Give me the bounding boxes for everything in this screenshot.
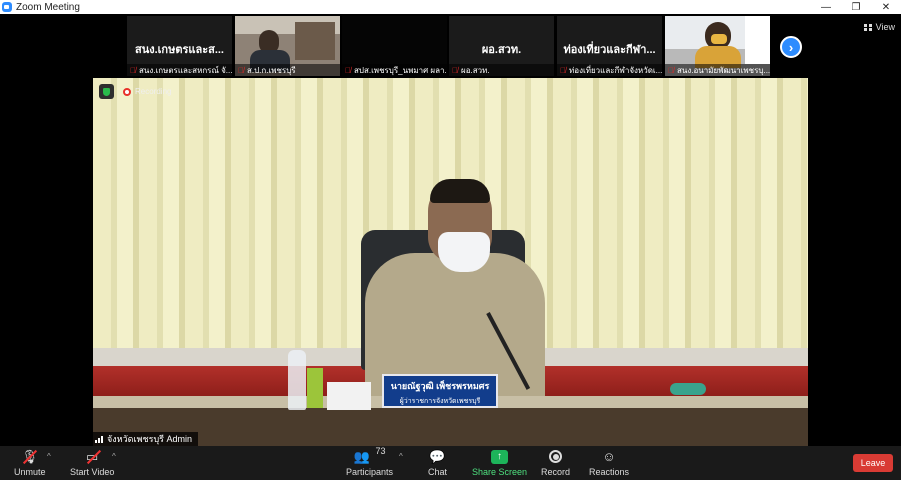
participant-name: ส.ป.ก.เพชรบุรี xyxy=(247,65,296,75)
participant-caption: 🎙̸ ผอ.สวท. xyxy=(449,64,554,76)
participant-name: สนง.อนามัยพัฒนาเพชรบุ... xyxy=(677,65,770,75)
participant-name: สปส.เพชรบุรี_นพมาศ ผลา... xyxy=(354,65,447,75)
speaker-name: จังหวัดเพชรบุรี Admin xyxy=(107,434,193,444)
recording-icon xyxy=(123,87,131,96)
video-options-chevron-icon[interactable]: ^ xyxy=(112,452,116,461)
signal-bars-icon xyxy=(95,435,104,443)
mic-muted-icon: 🎙̸ xyxy=(560,65,566,75)
participant-tile[interactable]: 🎙̸ ส.ป.ก.เพชรบุรี xyxy=(235,16,340,76)
next-page-button[interactable]: › xyxy=(780,36,802,58)
desk-device xyxy=(670,383,706,395)
participant-strip: สนง.เกษตรและส... 🎙̸ สนง.เกษตรและสหกรณ์ จั… xyxy=(0,14,901,77)
chat-label: Chat xyxy=(428,467,448,477)
active-speaker-video: นายณัฐวุฒิ เพ็ชรพรหมศร ผู้ว่าราชการจังหว… xyxy=(93,78,808,446)
participants-label: Participants xyxy=(346,467,394,477)
nameplate-title: ผู้ว่าราชการจังหวัดเพชรบุรี xyxy=(399,398,481,405)
participant-caption: 🎙̸ สปส.เพชรบุรี_นพมาศ ผลา... xyxy=(342,64,447,76)
record-button[interactable]: Record xyxy=(541,448,570,478)
title-bar: Zoom Meeting — ❐ ✕ xyxy=(0,0,901,14)
zoom-app-icon xyxy=(2,2,12,12)
grid-view-icon xyxy=(863,23,872,31)
view-label: View xyxy=(875,22,895,32)
record-label: Record xyxy=(541,467,571,477)
meeting-toolbar: 🎙 Unmute ^ ▭ Start Video ^ 👥 73 Participa… xyxy=(0,446,901,480)
record-icon xyxy=(549,450,562,463)
recording-indicator[interactable]: Recording xyxy=(123,87,171,96)
participant-tile[interactable]: 🎙̸ สนง.อนามัยพัฒนาเพชรบุ... xyxy=(665,16,770,76)
mic-muted-icon: 🎙̸ xyxy=(345,65,351,75)
tissue-box xyxy=(327,382,371,410)
chat-icon: 💬 xyxy=(429,448,446,464)
chat-button[interactable]: 💬 Chat xyxy=(428,448,447,478)
participant-tile[interactable]: สนง.เกษตรและส... 🎙̸ สนง.เกษตรและสหกรณ์ จั… xyxy=(127,16,232,76)
reactions-button[interactable]: ☺ Reactions xyxy=(589,448,629,478)
participant-name: ผอ.สวท. xyxy=(461,65,490,75)
participant-video-wall xyxy=(745,16,770,64)
mic-muted-icon: 🎙̸ xyxy=(130,65,136,75)
participant-video-mask xyxy=(711,34,727,44)
participant-video-shelf xyxy=(295,22,335,60)
leave-button[interactable]: Leave xyxy=(853,454,893,472)
unmute-label: Unmute xyxy=(14,467,46,477)
start-video-label: Start Video xyxy=(70,467,115,477)
participant-caption: 🎙̸ สนง.อนามัยพัฒนาเพชรบุ... xyxy=(665,64,770,76)
nameplate-name: นายณัฐวุฒิ เพ็ชรพรหมศร xyxy=(390,381,490,391)
minimize-button[interactable]: — xyxy=(811,0,841,14)
share-screen-button[interactable]: ↑ Share Screen xyxy=(472,448,527,478)
water-bottle xyxy=(288,350,306,410)
participants-count: 73 xyxy=(375,446,386,456)
speaker-mask xyxy=(438,232,490,272)
reactions-icon: ☺ xyxy=(602,449,616,464)
participant-big-name: ท่องเที่ยวและกีฬา... xyxy=(563,44,656,56)
participant-big-name: ผอ.สวท. xyxy=(481,44,522,56)
participants-button[interactable]: 👥 73 Participants xyxy=(346,446,394,478)
participants-icon: 👥 xyxy=(353,448,370,464)
participant-big-name: สนง.เกษตรและส... xyxy=(134,44,224,56)
share-screen-icon: ↑ xyxy=(491,449,509,464)
speaker-hair xyxy=(430,179,490,203)
mic-muted-icon: 🎙̸ xyxy=(452,65,458,75)
window-controls: — ❐ ✕ xyxy=(811,0,901,14)
participant-name: ท่องเที่ยวและกีฬาจังหวัดเ... xyxy=(569,65,662,75)
speaker-name-tag: จังหวัดเพชรบุรี Admin xyxy=(93,432,199,446)
participant-caption: 🎙̸ ส.ป.ก.เพชรบุรี xyxy=(235,64,340,76)
participant-tile[interactable]: 🎙̸ สปส.เพชรบุรี_นพมาศ ผลา... xyxy=(342,16,447,76)
participant-tile[interactable]: ผอ.สวท. 🎙̸ ผอ.สวท. xyxy=(449,16,554,76)
reactions-label: Reactions xyxy=(589,467,630,477)
table-edge xyxy=(93,408,808,446)
nameplate: นายณัฐวุฒิ เพ็ชรพรหมศร ผู้ว่าราชการจังหว… xyxy=(382,374,498,408)
start-video-button[interactable]: ▭ Start Video xyxy=(70,448,114,478)
restore-button[interactable]: ❐ xyxy=(841,0,871,14)
unmute-button[interactable]: 🎙 Unmute xyxy=(14,448,46,478)
audio-options-chevron-icon[interactable]: ^ xyxy=(47,452,51,461)
mic-muted-icon: 🎙̸ xyxy=(238,65,244,75)
participant-tile[interactable]: ท่องเที่ยวและกีฬา... 🎙̸ ท่องเที่ยวและกีฬา… xyxy=(557,16,662,76)
recording-label: Recording xyxy=(135,87,172,96)
close-button[interactable]: ✕ xyxy=(871,0,901,14)
security-shield-icon[interactable] xyxy=(99,84,114,99)
participants-options-chevron-icon[interactable]: ^ xyxy=(399,452,403,461)
participant-caption: 🎙̸ สนง.เกษตรและสหกรณ์ จั... xyxy=(127,64,232,76)
participant-name: สนง.เกษตรและสหกรณ์ จั... xyxy=(139,65,232,75)
drink-box xyxy=(307,368,323,408)
participant-caption: 🎙̸ ท่องเที่ยวและกีฬาจังหวัดเ... xyxy=(557,64,662,76)
mic-muted-icon: 🎙̸ xyxy=(668,65,674,75)
share-screen-label: Share Screen xyxy=(472,467,528,477)
window-title: Zoom Meeting xyxy=(16,1,80,13)
view-button[interactable]: View xyxy=(863,22,895,32)
